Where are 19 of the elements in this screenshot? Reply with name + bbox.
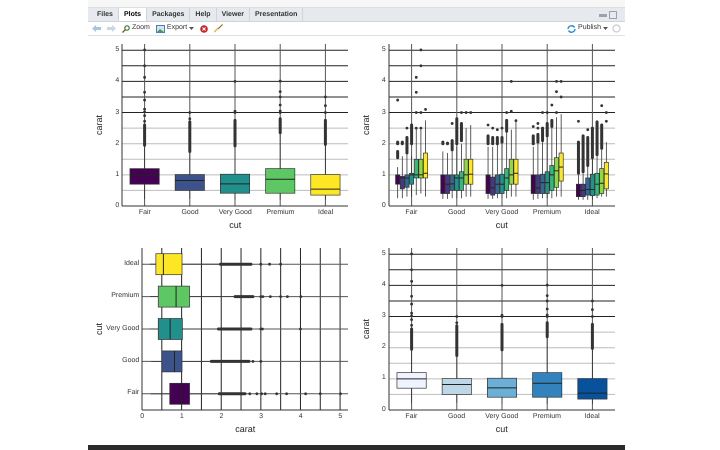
axis-title: carat <box>360 318 371 338</box>
maximize-icon[interactable] <box>609 11 617 19</box>
caret-icon <box>189 27 194 30</box>
caret-icon <box>603 27 608 30</box>
broom-icon[interactable] <box>214 24 224 33</box>
axis-title: carat <box>235 424 256 434</box>
publish-icon <box>567 24 576 32</box>
axis-title: cut <box>94 322 104 334</box>
picture-icon <box>156 24 165 32</box>
axis-title: carat <box>360 115 371 135</box>
magnifier-icon <box>122 24 130 32</box>
axis-title: cut <box>229 220 242 230</box>
forward-arrow-icon[interactable] <box>107 25 116 32</box>
axis-title: cut <box>496 424 508 434</box>
axis-title: carat <box>94 115 104 135</box>
axis-title: cut <box>496 220 508 230</box>
back-arrow-icon[interactable] <box>92 25 101 32</box>
remove-plot-icon[interactable] <box>200 24 208 32</box>
minimize-icon[interactable] <box>599 14 607 16</box>
